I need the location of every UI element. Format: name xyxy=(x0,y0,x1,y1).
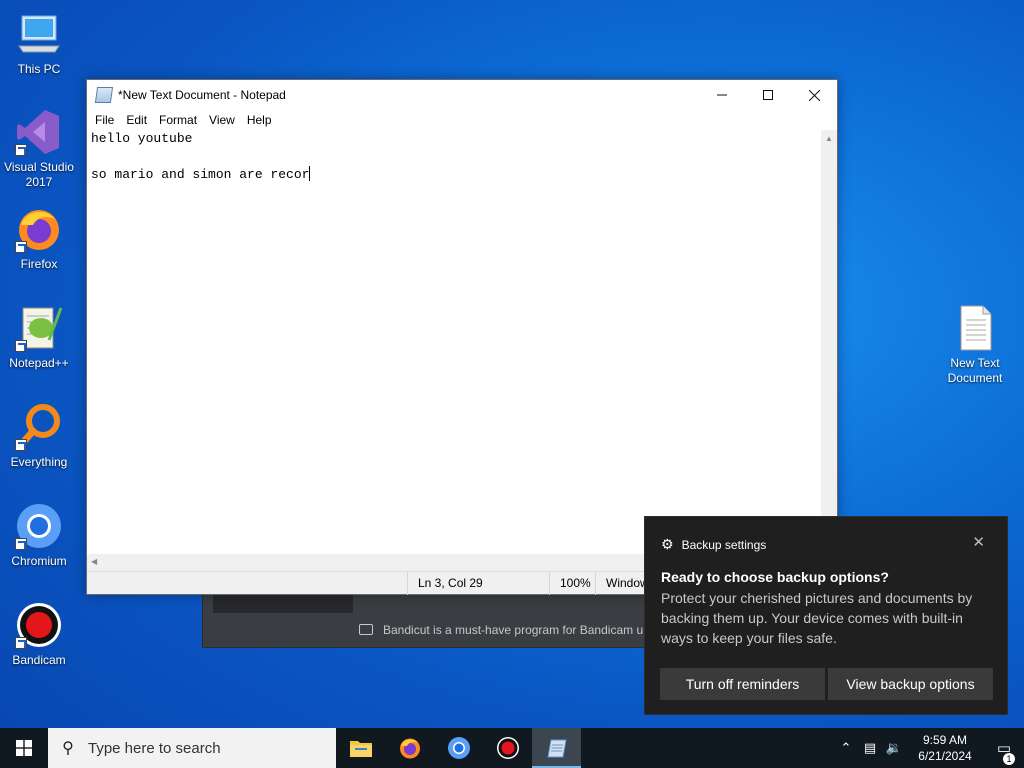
this-pc-icon xyxy=(15,10,63,58)
network-icon[interactable]: ▤ xyxy=(858,740,882,756)
text-editor[interactable]: hello youtube ​so mario and simon are rec… xyxy=(87,130,821,554)
editor-line: hello youtube xyxy=(91,131,193,146)
close-button[interactable] xyxy=(791,80,837,110)
desktop-icon-label: New Text Document xyxy=(947,356,1003,385)
vertical-scrollbar[interactable]: ▲ xyxy=(821,130,837,554)
taskbar-file-explorer[interactable] xyxy=(336,728,385,768)
desktop-icon-label: Visual Studio 2017 xyxy=(4,160,74,189)
bandicam-promo-text: Bandicut is a must-have program for Band… xyxy=(383,623,644,637)
desktop-icon-everything[interactable]: Everything xyxy=(1,403,77,470)
notification-app-name: Backup settings xyxy=(681,537,767,552)
windows-logo-icon xyxy=(16,740,32,756)
notepad-icon xyxy=(546,739,567,758)
notification-body: Protect your cherished pictures and docu… xyxy=(661,590,973,646)
visual-studio-icon xyxy=(15,108,63,156)
editor-line-text: so mario and simon are recor xyxy=(91,167,310,182)
menu-file[interactable]: File xyxy=(89,113,120,127)
chromium-icon xyxy=(15,502,63,550)
taskbar-notepad[interactable] xyxy=(532,728,581,768)
desktop-icon-label: Notepad++ xyxy=(9,356,69,370)
desktop-icon-this-pc[interactable]: This PC xyxy=(1,10,77,77)
taskbar-chromium[interactable] xyxy=(434,728,483,768)
menu-format[interactable]: Format xyxy=(153,113,203,127)
title-bar[interactable]: *New Text Document - Notepad xyxy=(87,80,837,110)
desktop-icon-label: Chromium xyxy=(11,554,67,568)
desktop-icon-bandicam[interactable]: Bandicam xyxy=(1,601,77,668)
bandicam-toolbar xyxy=(213,595,353,613)
text-caret xyxy=(309,166,311,181)
bandicam-promo[interactable]: Bandicut is a must-have program for Band… xyxy=(359,623,643,637)
volume-icon[interactable]: 🔉 xyxy=(882,740,906,756)
editor-line: ​ xyxy=(91,148,817,166)
bandicam-window[interactable]: Bandicut is a must-have program for Band… xyxy=(202,590,682,648)
minimize-button[interactable] xyxy=(699,80,745,110)
firefox-icon xyxy=(15,205,63,253)
action-center-button[interactable]: ▭ 1 xyxy=(984,739,1024,765)
firefox-icon xyxy=(399,738,420,759)
start-button[interactable] xyxy=(0,728,48,768)
view-backup-options-button[interactable]: View backup options xyxy=(828,668,993,700)
window-title: *New Text Document - Notepad xyxy=(118,88,286,102)
status-position: Ln 3, Col 29 xyxy=(407,572,549,595)
show-hidden-icons-chevron-icon[interactable]: ⌃ xyxy=(834,740,858,756)
bandicam-icon xyxy=(496,737,519,759)
taskbar-firefox[interactable] xyxy=(385,728,434,768)
scroll-left-icon[interactable]: ◀ xyxy=(91,557,97,566)
desktop-icon-label: Everything xyxy=(10,455,68,469)
notification-title: Ready to choose backup options? xyxy=(661,569,889,585)
clock[interactable]: 9:59 AM 6/21/2024 xyxy=(906,732,984,764)
notification-header: ⚙ Backup settings xyxy=(661,536,766,553)
taskbar: ⚲ Type here to search ⌃ ▤ 🔉 9:59 AM 6/21… xyxy=(0,728,1024,768)
maximize-button[interactable] xyxy=(745,80,791,110)
text-document-icon xyxy=(951,304,999,352)
desktop-icon-label: This PC xyxy=(17,62,61,76)
close-icon[interactable]: ✕ xyxy=(972,533,985,551)
clock-time: 9:59 AM xyxy=(922,733,968,747)
desktop-icon-visual-studio[interactable]: Visual Studio 2017 xyxy=(1,108,77,190)
clock-date: 6/21/2024 xyxy=(918,749,972,763)
system-tray: ⌃ ▤ 🔉 9:59 AM 6/21/2024 ▭ 1 xyxy=(834,728,1024,768)
notification-count-badge: 1 xyxy=(1003,753,1015,765)
menu-edit[interactable]: Edit xyxy=(120,113,153,127)
menu-view[interactable]: View xyxy=(203,113,241,127)
notepad-icon xyxy=(94,87,114,103)
menu-help[interactable]: Help xyxy=(241,113,278,127)
gear-icon: ⚙ xyxy=(661,536,674,552)
message-icon xyxy=(359,624,373,635)
backup-notification[interactable]: ⚙ Backup settings ✕ Ready to choose back… xyxy=(644,516,1008,715)
search-icon: ⚲ xyxy=(62,740,74,757)
desktop-icon-chromium[interactable]: Chromium xyxy=(1,502,77,569)
search-placeholder: Type here to search xyxy=(88,739,221,757)
everything-icon xyxy=(15,403,63,451)
desktop-icon-label: Firefox xyxy=(20,257,58,271)
menu-bar: File Edit Format View Help xyxy=(87,110,837,130)
desktop-icon-firefox[interactable]: Firefox xyxy=(1,205,77,272)
taskbar-bandicam[interactable] xyxy=(483,728,532,768)
taskbar-search-box[interactable]: ⚲ Type here to search xyxy=(48,728,336,768)
desktop-icon-label: Bandicam xyxy=(12,653,66,667)
chromium-icon xyxy=(447,737,470,759)
turn-off-reminders-button[interactable]: Turn off reminders xyxy=(660,668,825,700)
editor-line-current: so mario and simon are recor xyxy=(91,166,817,184)
status-zoom: 100% xyxy=(549,572,597,595)
notepad-plus-plus-icon xyxy=(15,304,63,352)
desktop-icon-notepad-plus-plus[interactable]: Notepad++ xyxy=(1,304,77,371)
desktop-icon-new-text-document[interactable]: New Text Document xyxy=(937,304,1013,386)
file-explorer-icon xyxy=(349,741,372,757)
bandicam-icon xyxy=(15,601,63,649)
scroll-up-icon[interactable]: ▲ xyxy=(825,134,833,143)
